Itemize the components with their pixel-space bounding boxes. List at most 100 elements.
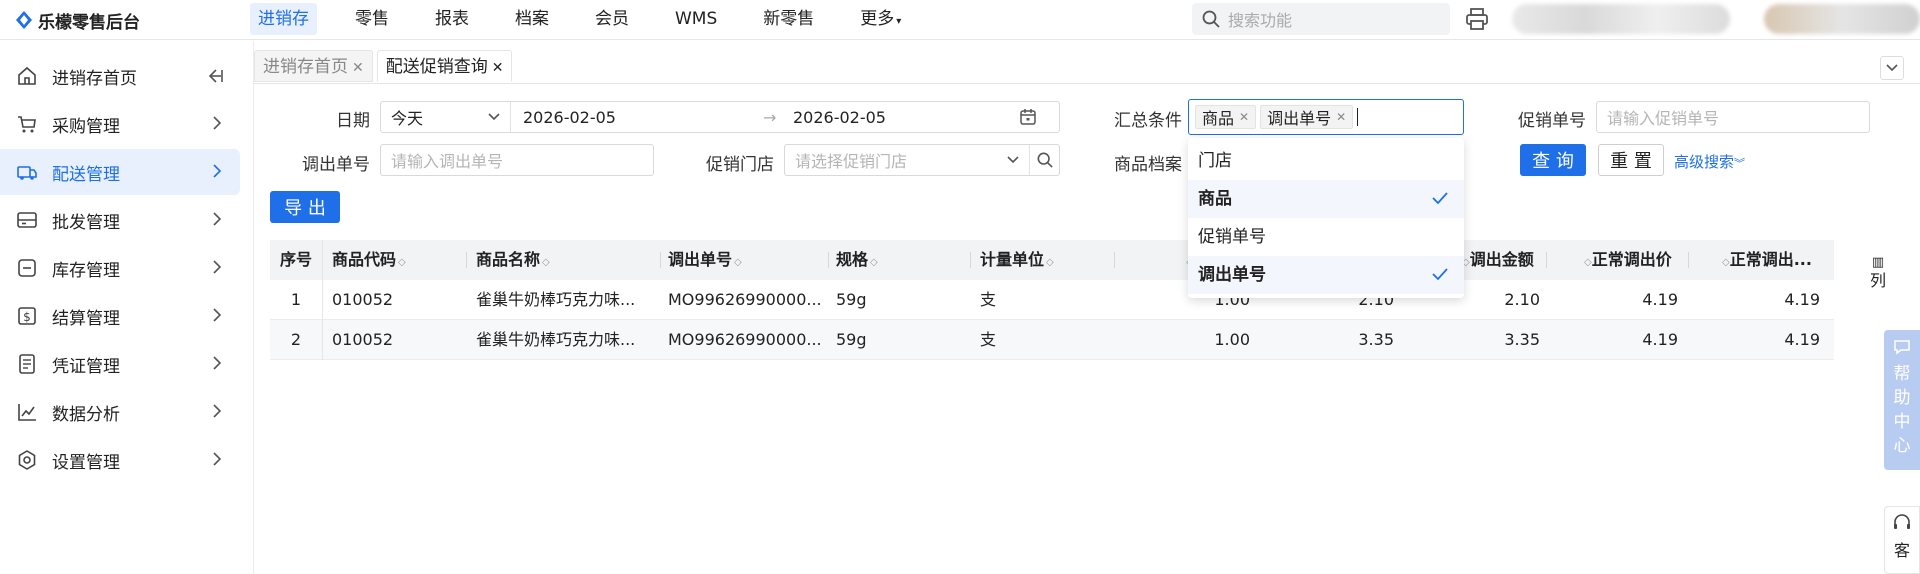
cell-unit: 支 [980,290,997,309]
headset-icon [1894,514,1910,529]
dropdown-option-promo-no[interactable]: 促销单号 [1188,218,1464,256]
col-header-label: 正常调出价 [1591,250,1672,269]
tabs-menu-button[interactable] [1880,56,1904,80]
help-char: 中 [1893,412,1911,432]
col-header-out-amount[interactable]: ◇调出金额 [1460,240,1570,280]
help-center-button[interactable]: 帮 助 中 心 [1884,330,1920,470]
store-search-button[interactable] [1029,145,1059,175]
column-settings-button[interactable]: ▥ 列 [1866,254,1890,290]
col-resize-handle[interactable] [1546,252,1547,268]
col-header-normal-extra[interactable]: ◇正常调出... [1720,240,1830,280]
promo-store-placeholder: 请选择促销门店 [795,152,908,171]
avatar[interactable] [1764,4,1920,34]
customer-service-button[interactable]: 客 [1884,506,1920,574]
date-preset-select[interactable]: 今天 [381,102,511,132]
out-no-input[interactable]: 请输入调出单号 [380,144,654,176]
col-resize-handle[interactable] [1688,252,1689,268]
tabs-divider [254,83,1920,84]
dropdown-option-out-no[interactable]: 调出单号 [1188,256,1464,294]
col-header-label: 正常调出... [1729,250,1812,269]
date-start-value[interactable]: 2026-02-05 [523,108,763,127]
sidebar-item-voucher[interactable]: 凭证管理 [0,341,240,387]
close-icon[interactable]: ✕ [1336,110,1346,124]
sidebar-item-analytics[interactable]: 数据分析 [0,389,240,435]
calendar-icon[interactable] [1019,108,1037,126]
col-header-normal-price[interactable]: ◇正常调出价 [1582,240,1702,280]
feature-search[interactable]: 搜索功能 [1192,3,1450,35]
col-resize-handle[interactable] [828,252,829,268]
table-row[interactable]: 2 010052 雀巢牛奶棒巧克力味... MO99626990000... 5… [270,320,1834,360]
col-header-product-name[interactable]: 商品名称 ◇ [476,240,616,280]
summary-tag-product: 商品 ✕ [1195,105,1257,129]
nav-item-wms[interactable]: WMS [667,3,725,35]
tab-label: 进销存首页 [263,57,348,77]
tag-label: 调出单号 [1267,109,1332,128]
close-icon[interactable]: ✕ [352,60,364,76]
tab-distribution-promo-query[interactable]: 配送促销查询 ✕ [376,50,513,82]
column-settings-label: 列 [1869,271,1886,290]
nav-item-inventory[interactable]: 进销存 [250,3,317,35]
promo-no-label: 促销单号 [1518,111,1586,131]
sidebar-item-label: 设置管理 [52,452,120,473]
close-icon[interactable]: ✕ [492,60,504,76]
export-button[interactable]: 导 出 [270,191,340,223]
nav-item-more[interactable]: 更多 ▾ [852,3,909,35]
cell-out-amount: 3.35 [1504,330,1540,349]
col-resize-handle[interactable] [466,252,467,268]
col-resize-handle[interactable] [660,252,661,268]
col-header-index: 序号 [280,250,313,269]
close-icon[interactable]: ✕ [1239,110,1249,124]
out-no-label: 调出单号 [302,155,370,175]
col-header-label: 规格 [836,250,869,269]
col-header-product-code[interactable]: 商品代码 ◇ [332,240,462,280]
tab-inventory-home[interactable]: 进销存首页 ✕ [254,50,373,82]
sidebar-item-settings[interactable]: 设置管理 [0,437,240,483]
sort-icon: ◇ [1046,257,1054,268]
sidebar-item-distribution[interactable]: 配送管理 [0,149,240,195]
nav-item-archive[interactable]: 档案 [507,3,557,35]
col-header-label: 调出单号 [668,250,733,269]
col-header-unit[interactable]: 计量单位 ◇ [980,240,1090,280]
promo-store-select[interactable]: 请选择促销门店 [784,144,1060,176]
page-tabs: 进销存首页 ✕ 配送促销查询 ✕ [254,50,513,84]
sidebar-item-settlement[interactable]: $ 结算管理 [0,293,240,339]
option-label: 调出单号 [1198,265,1266,285]
chevron-down-icon [1007,156,1019,164]
dropdown-option-store[interactable]: 门店 [1188,142,1464,180]
nav-item-retail[interactable]: 零售 [347,3,397,35]
nav-item-member[interactable]: 会员 [587,3,637,35]
col-header-out-no[interactable]: 调出单号 ◇ [668,240,808,280]
help-char: 帮 [1893,364,1911,384]
nav-item-reports[interactable]: 报表 [427,3,477,35]
printer-icon[interactable] [1464,6,1490,32]
advanced-search-link[interactable]: 高级搜索︾ [1674,151,1745,172]
col-resize-handle[interactable] [1114,252,1115,268]
col-resize-handle[interactable] [970,252,971,268]
promo-no-input[interactable]: 请输入促销单号 [1596,101,1870,133]
sidebar-item-wholesale[interactable]: 批发管理 [0,197,240,243]
sidebar-item-purchase[interactable]: 采购管理 [0,101,240,147]
sidebar-item-inventory-home[interactable]: 进销存首页 [0,53,240,99]
date-preset-value: 今天 [391,109,424,128]
app-logo[interactable]: 乐檬零售后台 [16,8,140,33]
top-bar: 乐檬零售后台 进销存 零售 报表 档案 会员 WMS 新零售 更多 ▾ 搜索功能 [0,0,1920,40]
sidebar-item-label: 配送管理 [52,164,120,185]
sidebar-item-label: 进销存首页 [52,68,137,89]
dropdown-option-product[interactable]: 商品 [1188,180,1464,218]
truck-icon [16,161,38,183]
date-range-field[interactable]: 今天 2026-02-05 → 2026-02-05 [380,101,1060,133]
cell-out-no: MO99626990000... [668,330,822,349]
nav-item-new-retail[interactable]: 新零售 [755,3,822,35]
chevron-right-icon [213,356,222,370]
reset-button[interactable]: 重 置 [1598,144,1664,176]
date-end-value[interactable]: 2026-02-05 [793,108,1013,127]
sidebar-item-stock[interactable]: 库存管理 [0,245,240,291]
table-row[interactable]: 1 010052 雀巢牛奶棒巧克力味... MO99626990000... 5… [270,280,1834,320]
query-button[interactable]: 查 询 [1520,144,1586,176]
summary-condition-select[interactable]: 商品 ✕ 调出单号 ✕ [1188,99,1464,135]
dollar-icon: $ [16,305,38,327]
table-header: 序号 商品代码◇ 商品名称◇ 调出单号◇ 规格◇ 计量单位◇ ◇调 ◇调出金额 … [270,240,1834,280]
col-header-spec[interactable]: 规格 ◇ [836,240,916,280]
text-cursor [1357,108,1359,126]
app-title: 乐檬零售后台 [38,12,140,33]
